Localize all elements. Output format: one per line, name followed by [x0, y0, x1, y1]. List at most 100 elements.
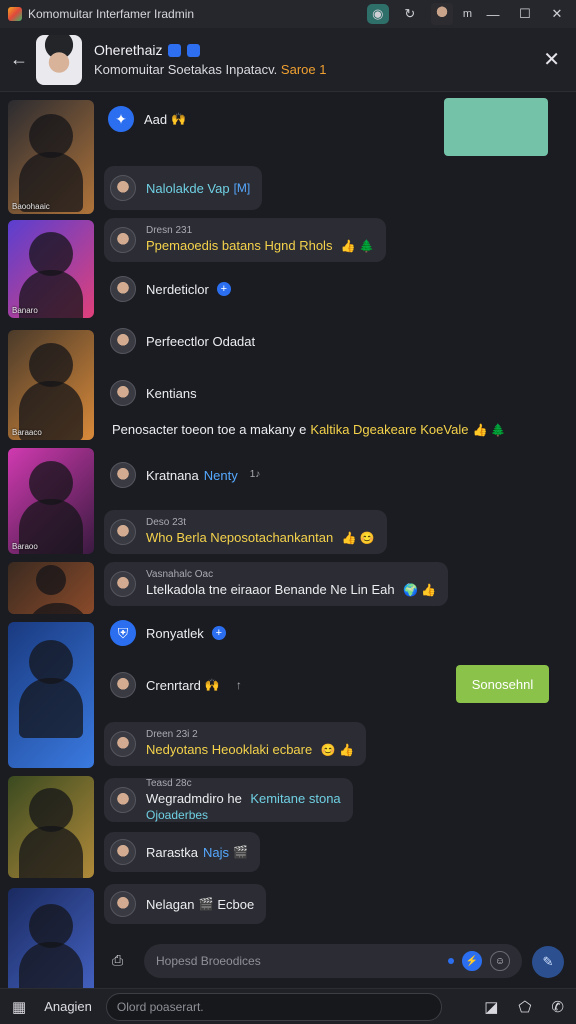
sender-avatar	[110, 839, 136, 865]
sender-avatar	[110, 462, 136, 488]
media-thumbnail[interactable]: Banaro	[8, 220, 94, 318]
phone-icon[interactable]: ✆	[551, 998, 564, 1016]
close-icon[interactable]: ✕	[546, 4, 568, 24]
maximize-icon[interactable]: ☐	[514, 4, 536, 24]
message-meta: Dresn 231	[146, 225, 193, 236]
message-accent: Kemitane stona	[250, 791, 341, 806]
bottom-search-input[interactable]: Olord poaserart.	[105, 992, 442, 1021]
emoji-icon[interactable]: ☺	[490, 951, 510, 971]
message-bubble[interactable]: Nelagan 🎬 Ecboe	[104, 884, 267, 924]
message-item[interactable]: Perfeectlor Odadat	[110, 328, 255, 354]
emoji: 👍 🌲	[340, 239, 375, 253]
message-item[interactable]: Crenrtard 🙌 ↑	[110, 672, 242, 698]
message-text: Perfeectlor Odadat	[146, 333, 256, 349]
back-arrow-icon[interactable]: ←	[10, 49, 30, 70]
media-preview-card[interactable]	[444, 98, 548, 156]
emoji: 🙌	[204, 678, 220, 692]
media-thumbnail[interactable]	[8, 776, 94, 878]
bottom-bar-actions: ◪ ⬠ ✆	[484, 998, 564, 1016]
message-text: Aad	[144, 111, 168, 127]
message-text: Wegradmdiro he	[146, 791, 242, 806]
message-bubble[interactable]: Vasnahalc Oac Ltelkadola tne eiraaor Ben…	[104, 562, 449, 606]
image-icon[interactable]: ◪	[484, 998, 498, 1016]
send-icon[interactable]: ✎	[532, 946, 564, 978]
emoji: 👍 🌲	[472, 422, 506, 437]
message-bubble[interactable]: Deso 23t Who Berla Neposotachankantan 👍 …	[104, 510, 387, 554]
window-titlebar: Komomuitar Interfamer Iradmin ◉ ↻ m — ☐ …	[0, 0, 576, 28]
add-icon[interactable]: +	[211, 626, 226, 640]
message-text: Nerdeticlor	[146, 281, 209, 297]
message-meta: Deso 23t	[146, 517, 187, 528]
sender-avatar	[110, 787, 136, 813]
contact-avatar[interactable]	[36, 34, 82, 85]
sender-avatar	[110, 276, 136, 302]
sender-avatar	[110, 519, 136, 545]
close-chat-icon[interactable]: ✕	[543, 47, 560, 72]
sender-avatar	[110, 380, 136, 406]
attach-icon[interactable]: ⎙	[112, 952, 130, 970]
message-item[interactable]: ✦ Aad 🙌	[108, 106, 186, 132]
message-item[interactable]: Kratnana Nenty 1♪	[110, 462, 260, 488]
sender-avatar	[110, 672, 136, 698]
media-thumbnail[interactable]	[8, 622, 94, 768]
bottom-bar-label: Anagien	[44, 999, 92, 1014]
message-composer: ⎙ Hopesd Broeodices ⚡ ☺ ✎	[100, 938, 576, 986]
sender-avatar	[110, 731, 136, 757]
emoji: 👍 😊	[341, 531, 375, 545]
chat-icon[interactable]: ◉	[366, 4, 389, 24]
message-text: Crenrtard	[146, 677, 201, 693]
emoji: 🙌	[171, 112, 187, 126]
emoji: 🌍 👍	[403, 583, 437, 597]
message-accent: Nenty	[203, 467, 238, 483]
shape-icon[interactable]: ⬠	[518, 998, 531, 1016]
message-text: Kentians	[146, 385, 197, 401]
contact-subtitle: Komomuitar Soetakas Inpatacv. Saroe 1	[94, 62, 327, 77]
media-thumbnail[interactable]	[8, 562, 94, 614]
message-extra: ↑	[235, 678, 242, 692]
bottom-bar: ▦ Anagien Olord poaserart. ◪ ⬠ ✆	[0, 988, 576, 1024]
message-bubble[interactable]: Rarastka Najs 🎬	[104, 832, 260, 872]
message-item[interactable]: ⛨ Ronyatlek +	[110, 620, 226, 646]
message-meta: Dreen 23i 2	[146, 729, 198, 740]
message-bubble[interactable]: Teasd 28c Wegradmdiro he Kemitane stona …	[104, 778, 353, 822]
message-item[interactable]: Penosacter toeon toe a makany e Kaltika …	[112, 422, 506, 437]
sender-avatar	[110, 175, 136, 201]
refresh-icon[interactable]: ↻	[399, 4, 421, 24]
message-accent: Najs	[203, 844, 230, 860]
voice-icon[interactable]: ⚡	[462, 951, 482, 971]
message-bubble[interactable]: Dresn 231 Ppemaoedis batans Hgnd Rhols 👍…	[104, 218, 387, 262]
message-bubble[interactable]: Nalolakde Vap [M]	[104, 166, 263, 210]
chat-header-text: Oherethaiz Komomuitar Soetakas Inpatacv.…	[94, 42, 326, 77]
sender-avatar	[110, 328, 136, 354]
emoji: 😊 👍	[320, 743, 354, 757]
media-thumbnail[interactable]: Baraoo	[8, 448, 94, 554]
media-thumbnail[interactable]: Baoohaaic	[8, 100, 94, 214]
message-item[interactable]: Kentians	[110, 380, 197, 406]
message-text: Ltelkadola tne eiraaor Benande Ne Lin Ea…	[146, 582, 395, 597]
sender-avatar	[110, 227, 136, 253]
message-line2: Ojoaderbes	[146, 808, 209, 822]
message-item[interactable]: Nerdeticlor +	[110, 276, 231, 302]
system-avatar-icon: ✦	[108, 106, 134, 132]
user-avatar[interactable]	[430, 3, 453, 25]
group-badge-icon	[187, 43, 201, 57]
add-icon[interactable]: +	[216, 282, 231, 296]
message-meta: Vasnahalc Oac	[146, 569, 214, 580]
titlebar-controls: ◉ ↻ m — ☐ ✕	[366, 3, 568, 25]
message-text: Ronyatlek	[146, 625, 204, 641]
titlebar-m-label: m	[462, 8, 472, 20]
message-extra: 1♪	[249, 469, 261, 480]
message-text: Who Berla Neposotachankantan	[146, 530, 334, 545]
message-text: Nedyotans Heooklaki ecbare	[146, 742, 313, 757]
message-input[interactable]: Hopesd Broeodices ⚡ ☺	[144, 944, 522, 978]
message-meta: Teasd 28c	[146, 778, 192, 789]
sender-avatar	[110, 891, 136, 917]
grid-menu-icon[interactable]: ▦	[12, 998, 26, 1016]
chat-header: ← Oherethaiz Komomuitar Soetakas Inpatac…	[0, 28, 576, 92]
action-button[interactable]: Sonosehnl	[456, 665, 549, 703]
message-bubble[interactable]: Dreen 23i 2 Nedyotans Heooklaki ecbare 😊…	[104, 722, 366, 766]
app-icon	[8, 7, 22, 21]
media-thumbnail[interactable]: Baraaco	[8, 330, 94, 440]
minimize-icon[interactable]: —	[482, 4, 504, 24]
contact-name-row: Oherethaiz	[94, 42, 326, 58]
